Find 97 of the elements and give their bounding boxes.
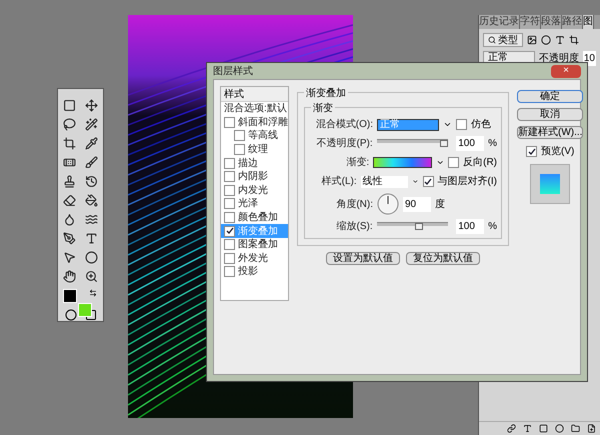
- checkbox-label: 反向(R): [463, 156, 497, 170]
- style-item[interactable]: 纹理: [221, 142, 288, 156]
- style-item[interactable]: 外发光: [221, 252, 288, 266]
- field-label: 角度(N):: [335, 198, 373, 212]
- checkbox[interactable]: [224, 252, 235, 264]
- slider-track[interactable]: [376, 222, 448, 231]
- tool-button[interactable]: [84, 135, 100, 151]
- style-item[interactable]: 投影: [221, 265, 288, 279]
- checkbox[interactable]: [224, 198, 235, 210]
- slider-thumb[interactable]: [440, 140, 448, 147]
- checkbox[interactable]: [422, 176, 434, 187]
- background-color-swatch[interactable]: [78, 303, 92, 317]
- close-button[interactable]: ×: [551, 64, 581, 78]
- angle-dial[interactable]: [377, 193, 399, 215]
- tool-button[interactable]: [62, 230, 78, 246]
- dropdown-caret-icon[interactable]: [436, 158, 444, 167]
- slider-track[interactable]: [376, 139, 448, 148]
- panel-tab[interactable]: 段落: [541, 15, 562, 29]
- slider-thumb[interactable]: [414, 223, 423, 230]
- field-label: 混合模式(O):: [314, 118, 373, 132]
- style-item[interactable]: 颜色叠加: [221, 210, 288, 224]
- style-item[interactable]: 等高线: [221, 129, 288, 143]
- swap-icon[interactable]: [88, 289, 96, 297]
- checkbox[interactable]: [224, 158, 235, 169]
- unit-label: %: [488, 137, 497, 151]
- link-icon[interactable]: [507, 424, 516, 433]
- panel-tab[interactable]: 路径: [562, 15, 583, 29]
- checkbox[interactable]: [224, 212, 235, 224]
- tool-button[interactable]: [62, 135, 78, 151]
- opacity-field[interactable]: 10: [582, 50, 596, 66]
- unit-label: %: [488, 220, 497, 234]
- tool-button[interactable]: [62, 173, 78, 189]
- checkbox[interactable]: [526, 146, 538, 157]
- style-item[interactable]: 图案叠加: [221, 238, 288, 252]
- style-item[interactable]: 描边: [221, 156, 288, 170]
- style-select[interactable]: 线性: [360, 176, 408, 188]
- style-item[interactable]: 内发光: [221, 184, 288, 198]
- check-icon: [528, 148, 536, 156]
- tool-button[interactable]: [62, 97, 78, 113]
- default-button[interactable]: 复位为默认值: [406, 252, 480, 265]
- check-icon: [226, 227, 234, 236]
- image-filter-icon[interactable]: [527, 35, 537, 45]
- tool-button[interactable]: [84, 268, 100, 284]
- panel-tab[interactable]: 历史记录: [479, 15, 520, 29]
- checkbox[interactable]: [224, 226, 235, 237]
- default-button[interactable]: 设置为默认值: [326, 252, 400, 265]
- field-label: 不透明度(P):: [316, 136, 373, 151]
- filter-dropdown[interactable]: 类型: [483, 33, 523, 47]
- dialog-button[interactable]: 确定: [517, 90, 584, 103]
- checkbox-label: 与图层对齐(I): [438, 174, 497, 189]
- type-filter-icon[interactable]: [555, 35, 565, 45]
- checkbox[interactable]: [224, 171, 235, 182]
- checkbox[interactable]: [448, 157, 460, 168]
- field-label: 渐变:: [345, 156, 370, 170]
- field-label: 缩放(S):: [336, 220, 373, 234]
- checkbox[interactable]: [456, 119, 467, 130]
- gradient-swatch[interactable]: [373, 157, 432, 168]
- preview-swatch: [540, 174, 560, 194]
- panel-tab[interactable]: 字符: [520, 15, 541, 29]
- search-icon: [488, 36, 496, 44]
- check-icon: [424, 178, 432, 186]
- dialog-title: 图层样式: [213, 64, 253, 78]
- dialog-button[interactable]: 取消: [517, 108, 584, 121]
- checkbox[interactable]: [234, 144, 245, 156]
- tool-button[interactable]: [62, 192, 78, 208]
- checkbox[interactable]: [224, 239, 235, 250]
- style-item[interactable]: 混合选项:默认: [221, 102, 288, 116]
- foreground-color-swatch[interactable]: [62, 289, 76, 303]
- checkbox-label: 仿色: [471, 118, 491, 132]
- dropdown-caret-icon[interactable]: [443, 120, 452, 129]
- opacity-field[interactable]: 100: [456, 136, 484, 151]
- style-item[interactable]: 内阴影: [221, 170, 288, 184]
- panel-tab[interactable]: 图: [583, 15, 594, 29]
- checkbox[interactable]: [224, 266, 235, 278]
- checkbox-label: 预览(V): [541, 145, 574, 159]
- folder-icon[interactable]: [571, 424, 580, 433]
- dialog-button[interactable]: 新建样式(W)...: [517, 126, 584, 139]
- tool-button[interactable]: [84, 116, 100, 132]
- scale-field[interactable]: 100: [456, 219, 484, 234]
- tool-button[interactable]: [84, 173, 100, 189]
- tool-button[interactable]: [84, 192, 100, 208]
- new-layer-icon[interactable]: [587, 424, 596, 433]
- style-item[interactable]: 光泽: [221, 197, 288, 211]
- tool-button[interactable]: [84, 97, 100, 113]
- tool-button[interactable]: [84, 154, 100, 170]
- tool-button[interactable]: [62, 116, 78, 132]
- checkbox[interactable]: [224, 184, 235, 196]
- unit-label: 度: [435, 198, 445, 212]
- style-item[interactable]: 斜面和浮雕: [221, 116, 288, 130]
- angle-field[interactable]: 90: [403, 196, 431, 212]
- checkbox[interactable]: [234, 130, 245, 142]
- checkbox[interactable]: [224, 116, 235, 128]
- tool-button[interactable]: [62, 268, 78, 284]
- styles-header: 样式: [221, 87, 288, 102]
- opacity-label: 不透明度: [538, 52, 579, 66]
- field-label: 样式(L):: [320, 174, 357, 189]
- tool-button[interactable]: [84, 249, 100, 265]
